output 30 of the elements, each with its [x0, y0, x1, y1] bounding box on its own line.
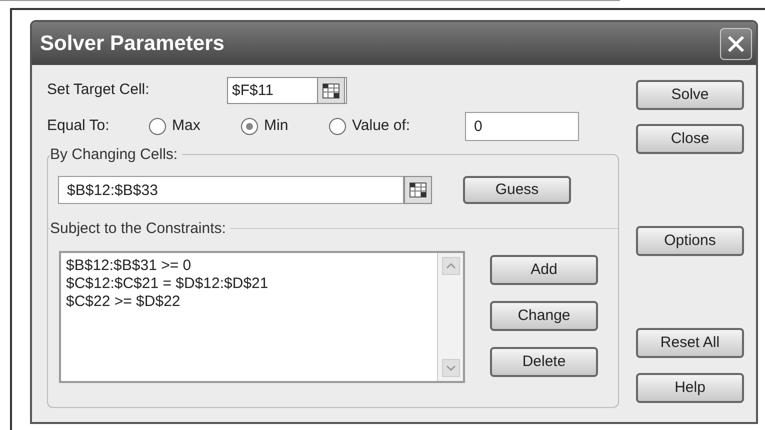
dialog-button[interactable]: Options	[636, 226, 744, 256]
dialog-button[interactable]: Change	[490, 301, 598, 331]
constraint-item[interactable]: $C$12:$C$21 = $D$12:$D$21	[66, 275, 268, 293]
scroll-up-icon[interactable]	[442, 257, 460, 275]
collapse-dialog-button[interactable]	[404, 176, 432, 204]
dialog-button[interactable]: Solve	[636, 80, 744, 110]
guess-button[interactable]: Guess	[463, 176, 571, 204]
dialog-button[interactable]: Add	[490, 255, 598, 285]
radio-option[interactable]: Value of:	[329, 114, 457, 138]
constraints-list[interactable]: $B$12:$B$31 >= 0 $C$12:$C$21 = $D$12:$D$21 $C$22 >= $D$22	[59, 251, 465, 383]
dialog-button[interactable]: Close	[636, 124, 744, 154]
constraint-item[interactable]: $C$22 >= $D$22	[66, 293, 180, 311]
field-label: Set Target Cell:	[47, 80, 150, 100]
dialog-button[interactable]: Delete	[490, 347, 598, 377]
window-title: Solver Parameters	[40, 30, 224, 57]
close-button[interactable]	[720, 28, 752, 60]
scrollbar[interactable]	[437, 253, 463, 381]
grid-icon	[322, 82, 340, 98]
radio-option[interactable]: Max	[149, 114, 241, 138]
constraint-item[interactable]: $B$12:$B$31 >= 0	[66, 257, 192, 275]
dialog-button[interactable]: Reset All	[636, 328, 744, 358]
grid-icon	[409, 182, 427, 198]
field-label: Equal To:	[47, 116, 110, 136]
changing-cells-field[interactable]: $B$12:$B$33	[58, 176, 404, 204]
scroll-down-icon[interactable]	[442, 359, 460, 377]
collapse-dialog-button[interactable]	[317, 77, 345, 104]
close-icon	[726, 34, 746, 54]
radio-option[interactable]: Min	[241, 114, 329, 138]
value-field[interactable]: 0	[465, 112, 579, 140]
dialog-button[interactable]: Help	[636, 373, 744, 403]
